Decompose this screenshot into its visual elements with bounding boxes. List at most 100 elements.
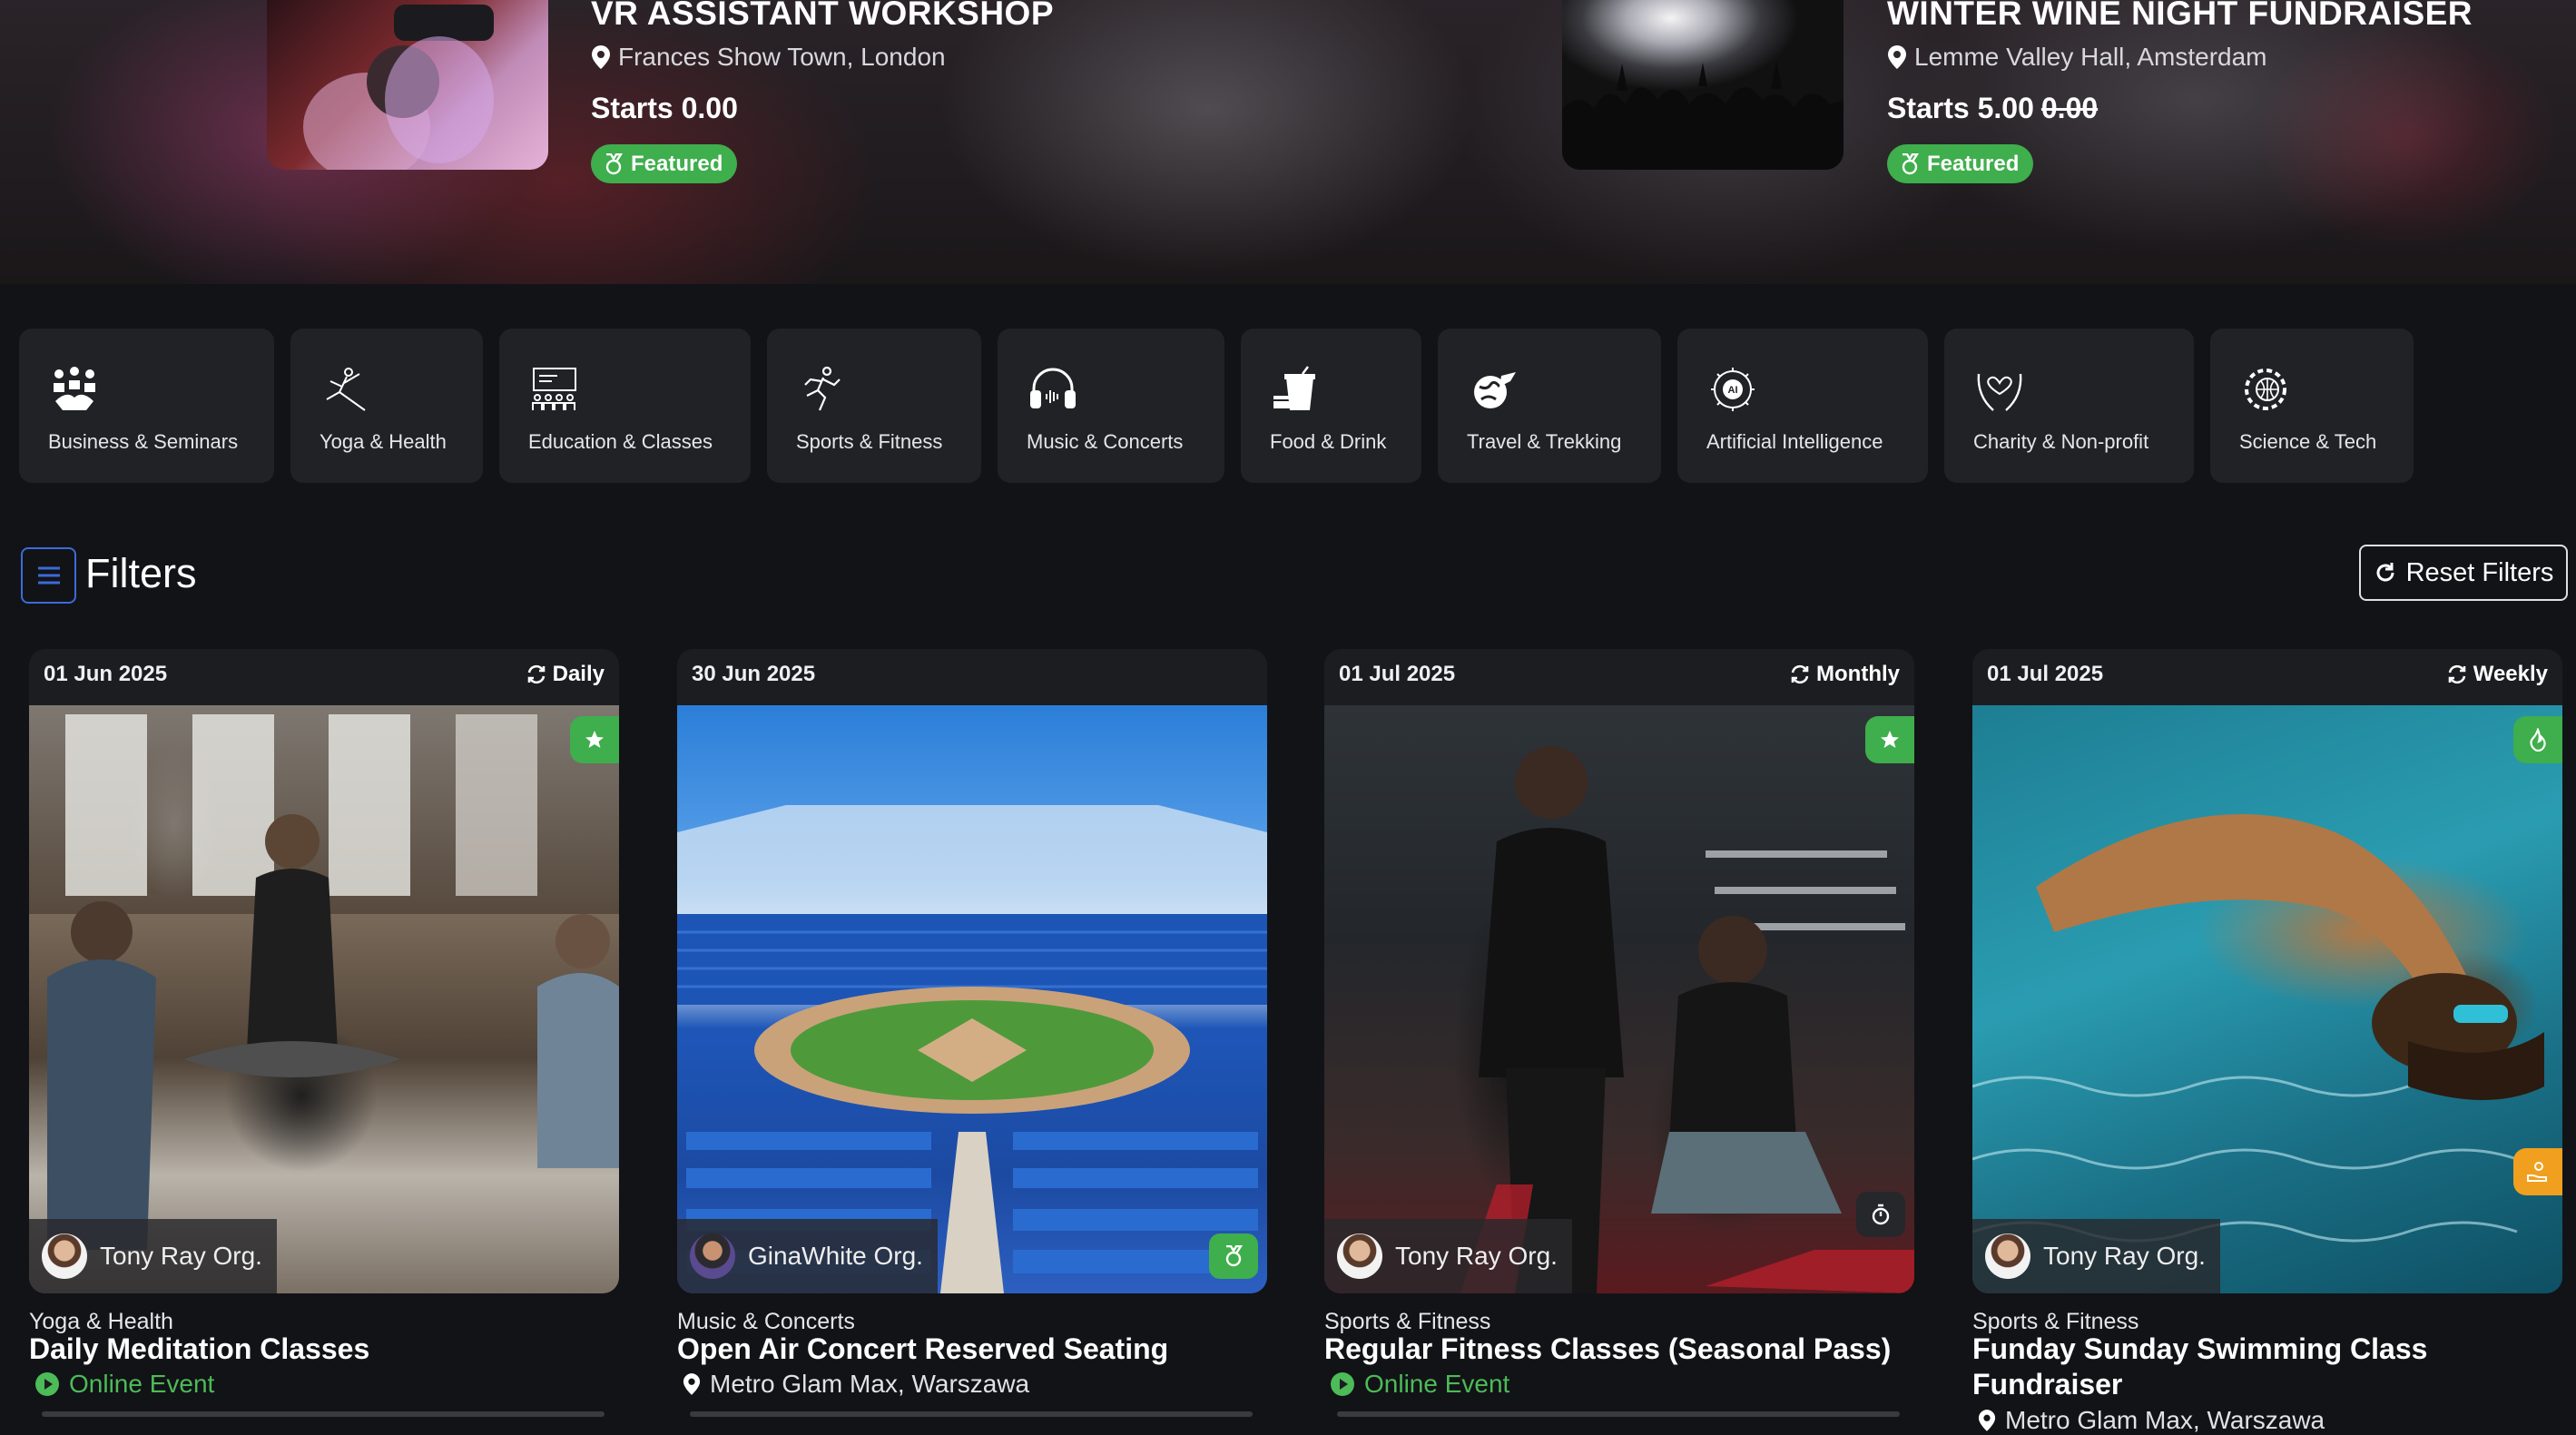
category-music-concerts[interactable]: Music & Concerts <box>998 329 1224 483</box>
event-title[interactable]: Regular Fitness Classes (Seasonal Pass) <box>1324 1332 1914 1367</box>
category-label: Music & Concerts <box>1027 430 1184 453</box>
hamburger-menu-icon <box>37 566 60 585</box>
event-title[interactable]: Funday Sunday Swimming Class Fundraiser <box>1972 1332 2562 1402</box>
category-science-tech[interactable]: Science & Tech <box>2210 329 2414 483</box>
event-date: 01 Jul 2025 <box>1987 662 2104 686</box>
organizer-tag[interactable]: GinaWhite Org. <box>677 1219 938 1293</box>
recurrence-label: Daily <box>552 662 605 686</box>
featured-corner-badge <box>1865 716 1914 763</box>
organizer-avatar <box>1985 1234 2030 1279</box>
ai-chip-icon: AI <box>1711 368 1755 411</box>
event-date: 30 Jun 2025 <box>692 662 816 686</box>
event-title[interactable]: Open Air Concert Reserved Seating <box>677 1332 1267 1367</box>
location-pin-icon <box>683 1373 701 1395</box>
medal-icon <box>605 152 624 174</box>
globe-gear-icon <box>2245 369 2286 410</box>
category-label: Business & Seminars <box>48 430 239 453</box>
event-online-indicator: Online Event <box>34 1370 214 1399</box>
category-label: Education & Classes <box>528 430 713 453</box>
repeat-icon <box>1791 664 1809 684</box>
event-card[interactable]: 01 Jul 2025 Weekly Tony Ray Org. Sports … <box>1972 649 2562 1434</box>
location-pin-icon <box>1888 45 1906 69</box>
category-travel-trekking[interactable]: Travel & Trekking <box>1438 329 1661 483</box>
hero-event-location: Lemme Valley Hall, Amsterdam <box>1887 43 2267 72</box>
event-date: 01 Jun 2025 <box>44 662 168 686</box>
featured-badge-label: Featured <box>1927 151 2020 176</box>
globe-plane-icon <box>1474 372 1516 408</box>
event-meta-text: Online Event <box>1364 1370 1510 1398</box>
featured-badge: Featured <box>1887 144 2034 183</box>
hot-deal-badge <box>2513 1148 2562 1195</box>
reset-filters-label: Reset Filters <box>2405 557 2554 587</box>
event-location: Metro Glam Max, Warszawa <box>683 1370 1029 1399</box>
category-label: Science & Tech <box>2239 430 2377 453</box>
play-circle-icon <box>1331 1372 1354 1396</box>
category-label: Charity & Non-profit <box>1973 430 2149 453</box>
organizer-name: Tony Ray Org. <box>1395 1242 1558 1270</box>
hero-event-location-text: Lemme Valley Hall, Amsterdam <box>1914 43 2267 71</box>
hero-event-title[interactable]: WINTER WINE NIGHT FUNDRAISER <box>1887 0 2473 33</box>
reset-filters-button[interactable]: Reset Filters <box>2359 545 2568 601</box>
event-image[interactable]: Tony Ray Org. <box>1972 705 2562 1293</box>
organizer-tag[interactable]: Tony Ray Org. <box>29 1219 277 1293</box>
event-image[interactable]: GinaWhite Org. <box>677 705 1267 1293</box>
headphones-icon <box>1030 368 1076 408</box>
recurrence-badge: Weekly <box>2446 662 2548 687</box>
event-image[interactable]: Tony Ray Org. <box>1324 705 1914 1293</box>
category-food-drink[interactable]: Food & Drink <box>1241 329 1421 483</box>
hero-event-image[interactable] <box>267 0 548 170</box>
refresh-icon <box>2376 563 2394 582</box>
organizer-tag[interactable]: Tony Ray Org. <box>1972 1219 2220 1293</box>
timer-badge <box>1856 1192 1905 1237</box>
fastfood-icon <box>1273 366 1315 410</box>
organizer-avatar <box>42 1234 87 1279</box>
organizer-avatar <box>690 1234 735 1279</box>
category-business-seminars[interactable]: Business & Seminars <box>19 329 274 483</box>
medal-icon <box>1225 1245 1244 1267</box>
star-icon <box>585 731 604 748</box>
recurrence-label: Monthly <box>1816 662 1900 686</box>
category-label: Travel & Trekking <box>1467 430 1622 453</box>
category-label: Artificial Intelligence <box>1706 430 1883 453</box>
event-title[interactable]: Daily Meditation Classes <box>29 1332 619 1367</box>
card-divider <box>690 1411 1253 1417</box>
featured-corner-badge <box>570 716 619 763</box>
recurrence-label: Weekly <box>2473 662 2548 686</box>
organizer-name: Tony Ray Org. <box>100 1242 262 1270</box>
event-card[interactable]: 01 Jul 2025 Monthly Tony Ray Org. Sports… <box>1324 649 1914 1430</box>
trending-corner-badge <box>2513 716 2562 763</box>
organizer-tag[interactable]: Tony Ray Org. <box>1324 1219 1572 1293</box>
handshake-people-icon <box>54 367 95 410</box>
hero-event-title[interactable]: VR ASSISTANT WORKSHOP <box>591 0 1054 33</box>
organizer-avatar <box>1337 1234 1382 1279</box>
filters-heading: Filters <box>85 550 197 596</box>
medal-icon <box>1902 152 1920 174</box>
category-artificial-intelligence[interactable]: AI Artificial Intelligence <box>1677 329 1928 483</box>
event-image[interactable]: Tony Ray Org. <box>29 705 619 1293</box>
organizer-name: Tony Ray Org. <box>2043 1242 2206 1270</box>
old-price-text: 0.00 <box>2040 92 2099 124</box>
category-education-classes[interactable]: Education & Classes <box>499 329 751 483</box>
repeat-icon <box>527 664 545 684</box>
price-text: Starts 0.00 <box>591 92 738 124</box>
category-sports-fitness[interactable]: Sports & Fitness <box>767 329 981 483</box>
featured-badge-label: Featured <box>631 151 723 176</box>
event-date: 01 Jul 2025 <box>1339 662 1456 686</box>
stopwatch-icon <box>1872 1204 1890 1225</box>
category-charity-nonprofit[interactable]: Charity & Non-profit <box>1944 329 2194 483</box>
event-meta-text: Online Event <box>69 1370 215 1398</box>
category-yoga-health[interactable]: Yoga & Health <box>290 329 483 483</box>
featured-medal-badge <box>1209 1234 1258 1279</box>
category-label: Food & Drink <box>1270 430 1387 453</box>
recurrence-badge: Daily <box>526 662 605 687</box>
play-circle-icon <box>35 1372 59 1396</box>
event-location: Metro Glam Max, Warszawa <box>1978 1406 2325 1435</box>
event-card[interactable]: 01 Jun 2025 Daily Tony Ray Org. Yoga & H… <box>29 649 619 1430</box>
event-meta-text: Metro Glam Max, Warszawa <box>2005 1406 2325 1434</box>
hero-event-image[interactable] <box>1562 0 1844 170</box>
event-card[interactable]: 30 Jun 2025 GinaWhite Org. Music & Conce… <box>677 649 1267 1430</box>
hero-event-location: Frances Show Town, London <box>591 43 946 72</box>
location-pin-icon <box>1978 1410 1996 1431</box>
hero-carousel: VR ASSISTANT WORKSHOP Frances Show Town,… <box>0 0 2576 284</box>
filter-toggle-button[interactable] <box>21 547 76 604</box>
